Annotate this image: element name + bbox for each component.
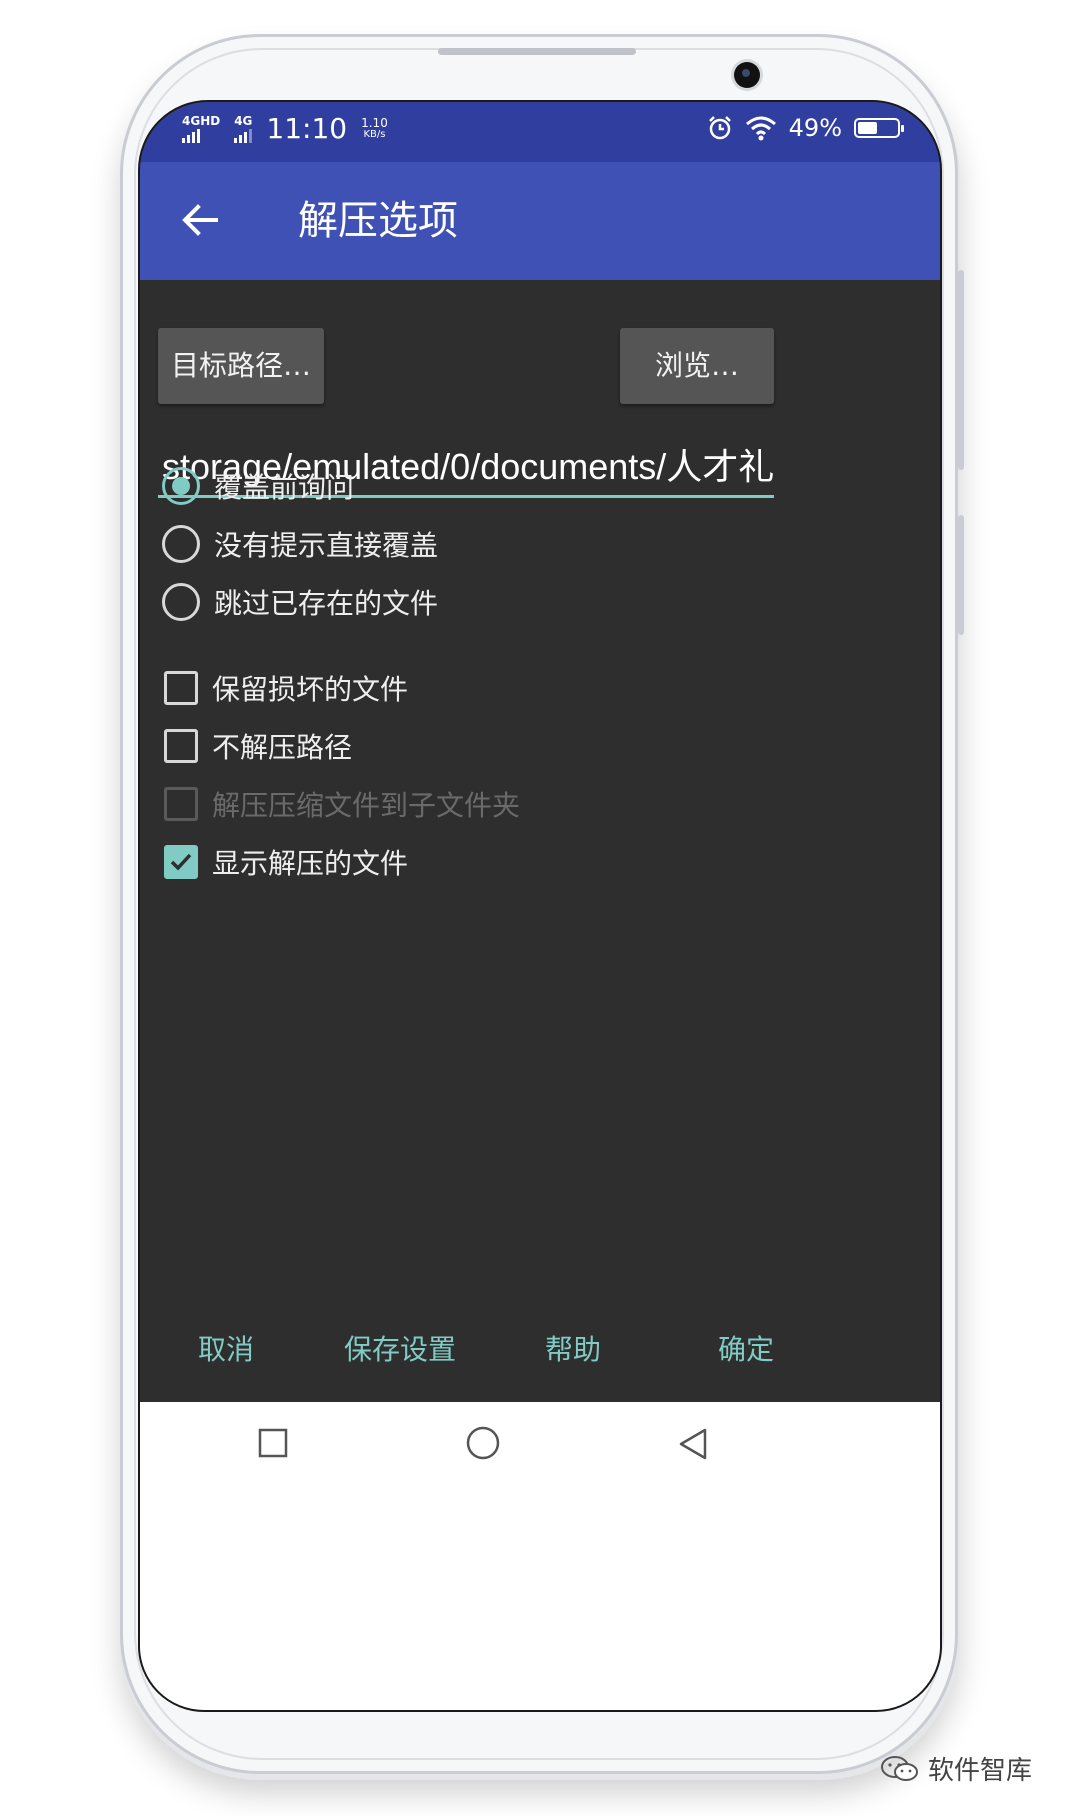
status-bar: 4GHD 4G 11:10 1.10 KB/s 49%	[140, 102, 940, 162]
option-label: 保留损坏的文件	[212, 673, 409, 706]
browse-button[interactable]: 浏览…	[620, 328, 774, 404]
radio-ask-before-overwrite[interactable]: 覆盖前询问	[160, 460, 354, 512]
ok-button[interactable]: 确定	[718, 1320, 774, 1380]
cancel-button[interactable]: 取消	[198, 1320, 254, 1380]
signal-icon	[234, 128, 253, 143]
option-label: 没有提示直接覆盖	[214, 529, 439, 562]
arrow-left-icon[interactable]	[178, 198, 222, 242]
option-label: 跳过已存在的文件	[214, 587, 439, 620]
battery-fill	[858, 122, 877, 134]
home-icon[interactable]	[466, 1426, 500, 1460]
signal-2: 4G	[234, 115, 252, 143]
watermark: 软件智库	[880, 1750, 1032, 1787]
app-bar: 解压选项	[140, 162, 940, 280]
network-type-1: 4GHD	[182, 113, 221, 128]
navigation-bar	[140, 1402, 940, 1710]
wechat-icon	[881, 1755, 918, 1781]
target-path-button[interactable]: 目标路径…	[158, 328, 324, 404]
network-speed: 1.10 KB/s	[361, 117, 388, 141]
help-button[interactable]: 帮助	[545, 1320, 601, 1380]
watermark-text: 软件智库	[928, 1756, 1033, 1786]
checkbox[interactable]	[164, 671, 198, 705]
checkbox[interactable]	[164, 729, 198, 763]
checkbox	[164, 787, 198, 821]
back-triangle-icon[interactable]	[678, 1428, 708, 1460]
earpiece-speaker	[438, 48, 636, 55]
wifi-icon	[745, 116, 776, 141]
speed-unit: KB/s	[363, 128, 386, 140]
radio-button[interactable]	[162, 525, 200, 563]
save-settings-button[interactable]: 保存设置	[344, 1320, 456, 1380]
clock: 11:10	[266, 112, 348, 145]
option-label: 不解压路径	[212, 731, 353, 764]
signal-1: 4GHD	[182, 115, 220, 143]
checkbox-no-paths[interactable]: 不解压路径	[160, 720, 352, 772]
option-label: 覆盖前询问	[214, 471, 355, 504]
option-label: 显示解压的文件	[212, 847, 409, 880]
network-type-2: 4G	[234, 113, 253, 128]
checkmark-icon	[170, 853, 192, 871]
signal-icon	[182, 128, 220, 143]
radio-skip-existing[interactable]: 跳过已存在的文件	[160, 576, 438, 628]
battery-percent: 49%	[788, 114, 842, 142]
power-button	[958, 515, 964, 635]
speed-value: 1.10	[361, 115, 388, 130]
front-camera-icon	[734, 62, 760, 88]
recent-apps-icon[interactable]	[258, 1428, 288, 1458]
alarm-icon	[708, 116, 731, 140]
battery-icon	[854, 118, 904, 138]
page-title: 解压选项	[298, 198, 458, 244]
checkbox[interactable]	[164, 845, 198, 879]
checkbox-show-extracted-files[interactable]: 显示解压的文件	[160, 836, 408, 888]
checkbox-keep-broken-files[interactable]: 保留损坏的文件	[160, 662, 408, 714]
phone-screen: 4GHD 4G 11:10 1.10 KB/s 49% 解压选项 目标路径… 浏…	[138, 100, 942, 1712]
option-label: 解压压缩文件到子文件夹	[212, 789, 521, 822]
radio-button[interactable]	[162, 467, 200, 505]
radio-overwrite-without-prompt[interactable]: 没有提示直接覆盖	[160, 518, 438, 570]
radio-button[interactable]	[162, 583, 200, 621]
volume-button	[958, 270, 964, 470]
checkbox-extract-to-subfolders: 解压压缩文件到子文件夹	[160, 778, 520, 830]
